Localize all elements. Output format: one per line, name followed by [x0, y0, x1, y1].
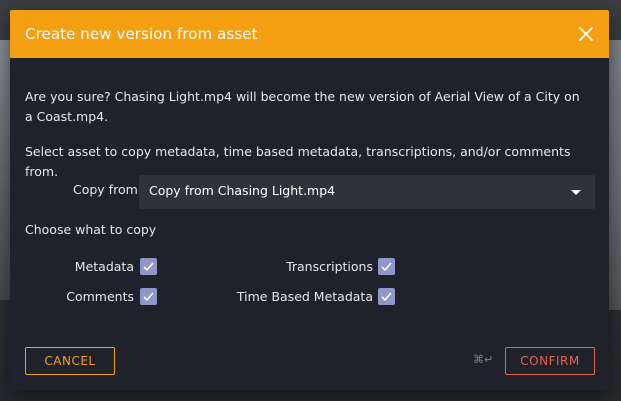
version-dialog: Create new version from asset Are you su… [10, 10, 609, 390]
dialog-header: Create new version from asset [10, 10, 609, 58]
time-based-metadata-label: Time Based Metadata [236, 289, 373, 304]
choose-what-to-copy-label: Choose what to copy [25, 222, 157, 237]
background-thumbnail-right [607, 40, 621, 310]
cancel-button[interactable]: CANCEL [25, 347, 115, 375]
check-icon [381, 262, 392, 272]
copy-from-select[interactable]: Copy from Chasing Light.mp4 [139, 175, 595, 209]
transcriptions-label: Transcriptions [286, 259, 373, 274]
keyboard-shortcut-hint: ⌘↵ [473, 353, 494, 366]
confirm-button[interactable]: CONFIRM [505, 347, 595, 375]
copy-from-selected-value: Copy from Chasing Light.mp4 [149, 183, 336, 198]
comments-checkbox[interactable] [140, 288, 157, 305]
metadata-checkbox[interactable] [140, 258, 157, 275]
check-icon [381, 292, 392, 302]
check-icon [143, 292, 154, 302]
time-based-metadata-checkbox[interactable] [378, 288, 395, 305]
copy-from-label: Copy from [73, 182, 138, 197]
confirmation-message: Are you sure? Chasing Light.mp4 will bec… [25, 89, 580, 124]
comments-label: Comments [66, 289, 134, 304]
transcriptions-checkbox[interactable] [378, 258, 395, 275]
metadata-label: Metadata [74, 259, 134, 274]
dialog-title: Create new version from asset [25, 25, 258, 43]
check-icon [143, 262, 154, 272]
chevron-down-icon [571, 190, 581, 195]
close-icon[interactable] [576, 24, 596, 44]
